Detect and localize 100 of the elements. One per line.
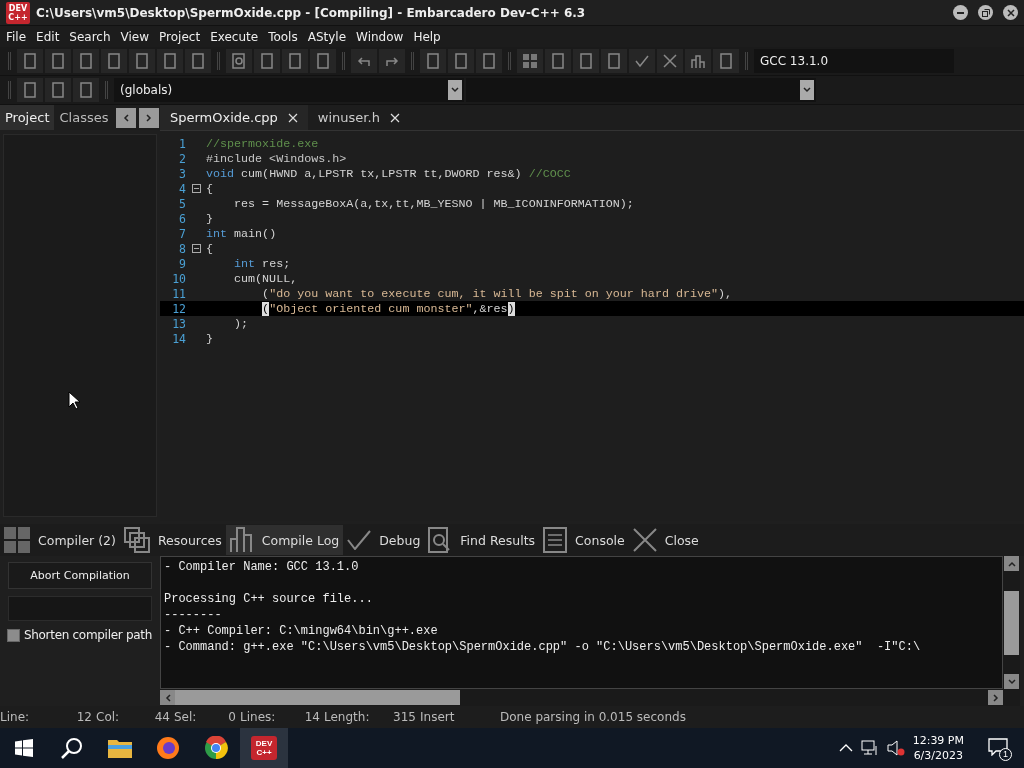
file-tab[interactable]: SpermOxide.cpp bbox=[160, 105, 308, 130]
fold-icon[interactable] bbox=[191, 244, 201, 253]
mouse-cursor-icon bbox=[68, 391, 80, 410]
menu-item[interactable]: Project bbox=[155, 29, 207, 44]
menu-item[interactable]: File bbox=[2, 29, 33, 44]
close-icon[interactable] bbox=[389, 112, 400, 123]
menu-item[interactable]: Tools bbox=[264, 29, 304, 44]
redo-button[interactable] bbox=[379, 49, 405, 73]
horizontal-scrollbar[interactable] bbox=[160, 689, 1020, 706]
chevron-left-icon bbox=[122, 113, 131, 122]
abort-compilation-button[interactable]: Abort Compilation bbox=[8, 562, 152, 589]
browser-icon bbox=[204, 736, 228, 760]
panel-tab[interactable]: Classes bbox=[54, 105, 114, 130]
minimize-icon bbox=[957, 11, 964, 14]
menu-item[interactable]: Window bbox=[352, 29, 410, 44]
code-line: void cum(HWND a,LPSTR tx,LPSTR tt,DWORD res&) //COCC bbox=[206, 166, 571, 181]
scroll-down-button[interactable] bbox=[1004, 674, 1019, 689]
panel-tab[interactable]: Project bbox=[0, 105, 55, 130]
panel-tab[interactable]: Console bbox=[539, 525, 629, 555]
scroll-up-button[interactable] bbox=[1004, 556, 1019, 571]
chevron-right-icon bbox=[991, 693, 1000, 702]
restore-button[interactable] bbox=[978, 5, 993, 20]
fold-icon[interactable] bbox=[191, 184, 201, 193]
file-tab[interactable]: winuser.h bbox=[307, 105, 410, 130]
status-label: Length: bbox=[324, 710, 371, 724]
line-number: 5 bbox=[178, 196, 186, 211]
line-number: 10 bbox=[171, 271, 186, 286]
notifications-button[interactable]: 1 bbox=[984, 733, 1012, 763]
line-number: 9 bbox=[178, 256, 186, 271]
checkbox[interactable] bbox=[7, 628, 20, 642]
speaker-muted-icon[interactable] bbox=[886, 740, 905, 756]
code-line: } bbox=[206, 211, 213, 226]
check-button[interactable] bbox=[629, 49, 655, 73]
scroll-right-button[interactable] bbox=[139, 107, 160, 128]
line-number: 2 bbox=[178, 151, 186, 166]
chevron-down-icon bbox=[451, 86, 459, 94]
compiler-select[interactable]: GCC 13.1.0 bbox=[754, 49, 954, 73]
panel-tab[interactable]: Resources bbox=[119, 525, 226, 555]
grid-button[interactable] bbox=[517, 49, 543, 73]
function-select[interactable] bbox=[466, 78, 816, 102]
code-line: cum(NULL, bbox=[233, 271, 298, 286]
status-value: 0 bbox=[227, 710, 237, 724]
clock[interactable]: 12:39 PM 6/3/2023 bbox=[912, 733, 964, 763]
panel-tab[interactable]: Compile Log bbox=[225, 525, 344, 555]
close-icon bbox=[632, 528, 657, 552]
line-number: 7 bbox=[178, 226, 186, 241]
line-number: 11 bbox=[171, 286, 186, 301]
network-icon[interactable] bbox=[860, 740, 879, 756]
chevron-up-icon[interactable] bbox=[838, 744, 853, 752]
bar-chart-icon bbox=[229, 527, 254, 553]
chart-icon bbox=[689, 52, 707, 70]
panel-tab[interactable]: Debug bbox=[343, 525, 425, 555]
log-line: - Compiler Name: GCC 13.1.0 bbox=[164, 559, 360, 575]
menu-item[interactable]: Edit bbox=[32, 29, 66, 44]
line-number: 3 bbox=[178, 166, 186, 181]
scroll-left-button[interactable] bbox=[160, 690, 175, 705]
panel-tab[interactable]: Close bbox=[628, 525, 703, 555]
chart-button[interactable] bbox=[685, 49, 711, 73]
status-label: Line: bbox=[0, 710, 31, 724]
status-message: Done parsing in 0.015 seconds bbox=[500, 710, 686, 724]
status-label: Sel: bbox=[174, 710, 198, 724]
menu-item[interactable]: Execute bbox=[206, 29, 265, 44]
status-label: Col: bbox=[96, 710, 121, 724]
menu-item[interactable]: View bbox=[116, 29, 156, 44]
menu-item[interactable]: AStyle bbox=[303, 29, 353, 44]
scroll-right-button[interactable] bbox=[988, 690, 1003, 705]
menu-item[interactable]: Help bbox=[409, 29, 447, 44]
checkbox-label: Shorten compiler path bbox=[23, 628, 152, 642]
line-number: 13 bbox=[171, 316, 186, 331]
chevron-down-icon bbox=[1007, 677, 1016, 686]
close-button[interactable] bbox=[1003, 5, 1018, 20]
close-icon bbox=[1006, 8, 1015, 17]
code-line: ); bbox=[233, 316, 249, 331]
chevron-right-icon bbox=[145, 113, 154, 122]
message-icon bbox=[988, 737, 1008, 756]
window-title: C:\Users\vm5\Desktop\SpermOxide.cpp - [Compiling] - Embarcadero Dev-C++ 6.3 bbox=[36, 5, 587, 20]
list-icon bbox=[543, 527, 568, 553]
code-line: ("do you want to execute cum, it will be spit on your hard drive"), bbox=[261, 286, 733, 301]
search-doc-button[interactable] bbox=[226, 49, 252, 73]
cross-icon bbox=[661, 52, 679, 70]
scroll-left-button[interactable] bbox=[116, 107, 137, 128]
panel-tab[interactable]: Find Results bbox=[424, 525, 540, 555]
dropdown-button[interactable] bbox=[800, 80, 814, 100]
check-icon bbox=[347, 530, 372, 550]
panel-tab[interactable]: Compiler (2) bbox=[0, 525, 120, 555]
taskbar-app-button[interactable]: DEV C++ bbox=[240, 728, 288, 768]
line-number: 1 bbox=[178, 136, 186, 151]
chevron-left-icon bbox=[163, 693, 172, 702]
close-icon[interactable] bbox=[287, 112, 298, 123]
undo-button[interactable] bbox=[351, 49, 377, 73]
vertical-scrollbar[interactable] bbox=[1003, 556, 1020, 689]
minimize-button[interactable] bbox=[953, 5, 968, 20]
menu-item[interactable]: Search bbox=[65, 29, 117, 44]
code-line: { bbox=[206, 241, 213, 256]
dropdown-button[interactable] bbox=[448, 80, 462, 100]
line-number: 4 bbox=[178, 181, 186, 196]
cross-button[interactable] bbox=[657, 49, 683, 73]
scope-select[interactable]: (globals) bbox=[114, 78, 464, 102]
code-line: int res; bbox=[233, 256, 291, 271]
browser-icon bbox=[156, 736, 180, 760]
